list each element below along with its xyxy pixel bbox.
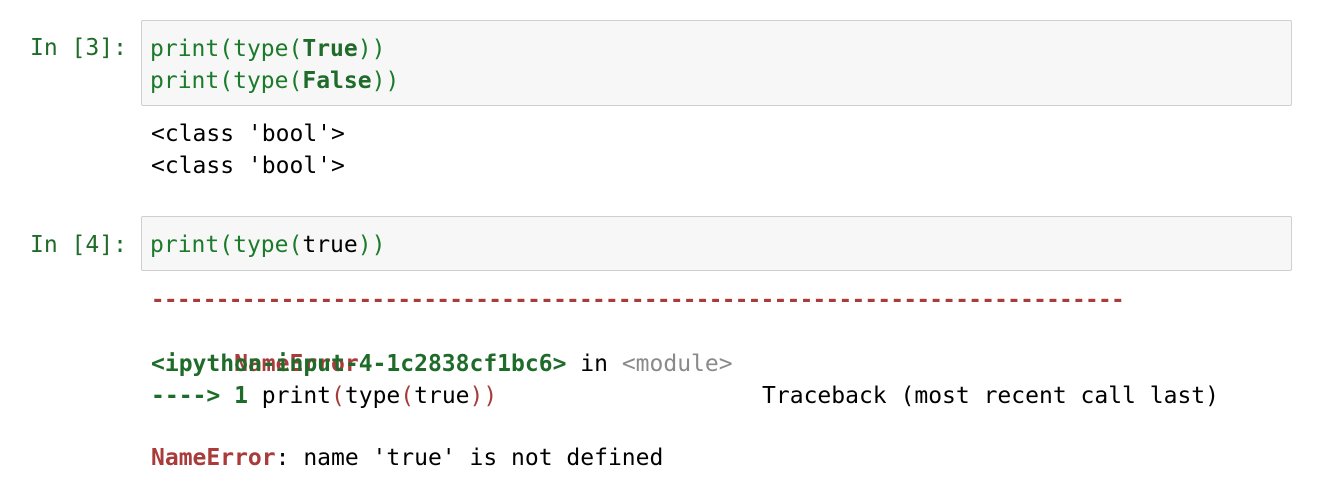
cell-output: <class 'bool'> <class 'bool'> bbox=[151, 118, 345, 222]
input-reference: <ipython-input-4-1c2838cf1bc6> bbox=[151, 351, 567, 377]
error-message: NameError: name 'true' is not defined bbox=[151, 445, 664, 471]
code-line: print(type(True)) bbox=[150, 36, 386, 62]
module-name: <module> bbox=[621, 351, 733, 377]
traceback-separator: ----------------------------------------… bbox=[151, 287, 1125, 313]
input-prompt: In [3]: bbox=[30, 35, 127, 61]
output-line: <class 'bool'> bbox=[151, 121, 345, 147]
code-line: print(type(False)) bbox=[150, 68, 400, 94]
traceback-title: Traceback (most recent call last) bbox=[762, 383, 1219, 409]
code-line: print(type(true)) bbox=[150, 232, 386, 258]
traceback-arrow: ----> 1 bbox=[151, 383, 262, 409]
code-input-area[interactable]: print(type(true)) bbox=[141, 216, 1292, 271]
output-line: <class 'bool'> bbox=[151, 153, 345, 179]
input-prompt: In [4]: bbox=[30, 232, 127, 258]
traceback-location: <ipython-input-4-1c2838cf1bc6> in <modul… bbox=[151, 351, 733, 377]
code-input-area[interactable]: print(type(True)) print(type(False)) bbox=[141, 20, 1292, 106]
error-name: NameError bbox=[151, 445, 276, 471]
traceback-output: ----------------------------------------… bbox=[151, 284, 1219, 471]
traceback-code-line: ----> 1 print(type(true)) bbox=[151, 383, 498, 409]
